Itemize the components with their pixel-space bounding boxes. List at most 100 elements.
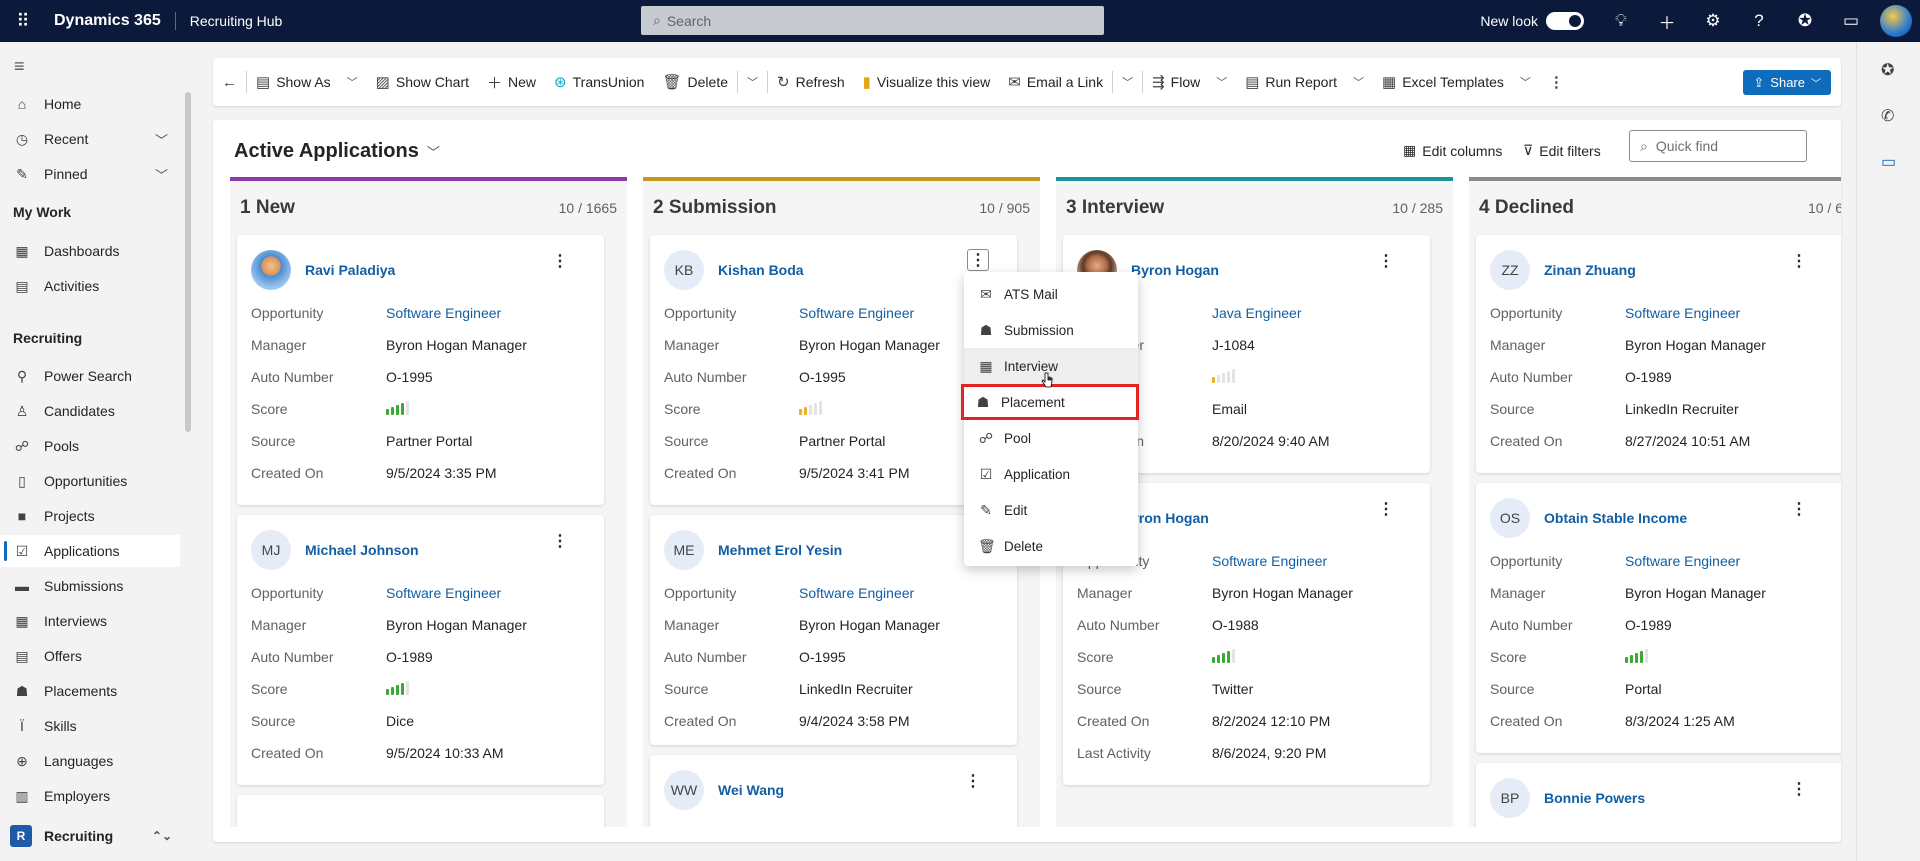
nav-placements[interactable]: ☗ Placements: [0, 675, 180, 707]
opportunity-link[interactable]: Software Engineer: [1625, 553, 1740, 569]
transunion-button[interactable]: ⊛ TransUnion: [545, 58, 653, 106]
nav-scrollbar[interactable]: [185, 92, 191, 432]
nav-recent[interactable]: ◷ Recent ﹀: [0, 123, 180, 155]
opportunity-link[interactable]: Software Engineer: [1212, 553, 1327, 569]
delete-button[interactable]: 🗑︎ Delete: [653, 58, 737, 106]
more-options-icon[interactable]: ⋮: [1791, 251, 1807, 271]
share-button[interactable]: ⇪ Share ﹀: [1743, 70, 1831, 95]
user-avatar[interactable]: [1880, 5, 1912, 37]
nav-dashboards[interactable]: ▦ Dashboards: [0, 235, 180, 267]
copilot-icon[interactable]: ✪: [1881, 60, 1894, 80]
area-switcher[interactable]: R Recruiting ⌃⌄: [6, 820, 186, 852]
more-options-icon[interactable]: ⋮: [965, 771, 981, 791]
application-card[interactable]: OS Obtain Stable Income ⋮ Opportunity Soft…: [1476, 483, 1841, 753]
flow-button[interactable]: ⇶ Flow ﹀: [1143, 58, 1236, 106]
hamburger-menu-icon[interactable]: ≡: [14, 56, 25, 77]
nav-offers[interactable]: ▤ Offers: [0, 640, 180, 672]
copilot-icon[interactable]: ✪: [1782, 0, 1828, 42]
excel-templates-button[interactable]: ▦ Excel Templates ﹀: [1373, 58, 1540, 106]
nav-activities[interactable]: ▤ Activities: [0, 270, 180, 302]
app-launcher-icon[interactable]: ⠿: [0, 0, 46, 42]
menu-item-delete[interactable]: 🗑︎ Delete: [964, 528, 1138, 564]
help-icon[interactable]: ?: [1736, 0, 1782, 42]
nav-opportunities[interactable]: ▯ Opportunities: [0, 465, 180, 497]
quick-find-input[interactable]: ⌕ Quick find: [1629, 130, 1807, 162]
settings-gear-icon[interactable]: ⚙: [1690, 0, 1736, 42]
application-card[interactable]: [237, 795, 604, 827]
more-options-icon[interactable]: ⋮: [1791, 499, 1807, 519]
nav-languages[interactable]: ⊕ Languages: [0, 745, 180, 777]
more-options-icon[interactable]: ⋮: [1791, 779, 1807, 799]
more-options-icon[interactable]: ⋮: [552, 251, 568, 271]
candidate-name-link[interactable]: Wei Wang: [718, 782, 784, 798]
application-card[interactable]: Ravi Paladiya ⋮ Opportunity Software Engi…: [237, 235, 604, 505]
nav-submissions[interactable]: ▬ Submissions: [0, 570, 180, 602]
nav-applications[interactable]: ☑ Applications: [0, 535, 180, 567]
chevron-down-icon[interactable]: ﹀: [155, 165, 168, 184]
opportunity-link[interactable]: Java Engineer: [1212, 305, 1302, 321]
global-search-input[interactable]: ⌕ Search: [641, 6, 1104, 35]
phone-icon[interactable]: ✆: [1881, 106, 1894, 126]
more-commands-button[interactable]: ⋮: [1540, 58, 1573, 106]
more-email-options-button[interactable]: ﹀: [1113, 58, 1142, 106]
candidate-name-link[interactable]: Zinan Zhuang: [1544, 262, 1636, 278]
candidate-name-link[interactable]: Byron Hogan: [1131, 262, 1219, 278]
new-look-toggle[interactable]: [1546, 12, 1584, 30]
menu-item-application[interactable]: ☑ Application: [964, 456, 1138, 492]
nav-home[interactable]: ⌂ Home: [0, 88, 180, 120]
nav-interviews[interactable]: ▦ Interviews: [0, 605, 180, 637]
hub-name[interactable]: Recruiting Hub: [174, 12, 282, 30]
edit-columns-button[interactable]: ▦ Edit columns: [1403, 142, 1502, 159]
nav-pools[interactable]: ☍ Pools: [0, 430, 180, 462]
application-card[interactable]: ME Mehmet Erol Yesin Opportunity Software …: [650, 515, 1017, 745]
show-chart-button[interactable]: ▨ Show Chart: [367, 58, 478, 106]
back-button[interactable]: ←: [213, 58, 246, 106]
feedback-icon[interactable]: ▭: [1828, 0, 1874, 42]
refresh-button[interactable]: ↻ Refresh: [768, 58, 854, 106]
chat-icon[interactable]: ▭: [1881, 152, 1896, 172]
candidate-name-link[interactable]: Michael Johnson: [305, 542, 419, 558]
application-card[interactable]: BP Bonnie Powers ⋮: [1476, 763, 1841, 827]
nav-employers[interactable]: ▥ Employers: [0, 780, 180, 812]
candidate-name-link[interactable]: Ravi Paladiya: [305, 262, 395, 278]
more-options-icon[interactable]: ⋮: [1378, 499, 1394, 519]
opportunity-link[interactable]: Software Engineer: [386, 585, 501, 601]
nav-skills[interactable]: Ï Skills: [0, 710, 180, 742]
candidate-name-link[interactable]: Kishan Boda: [718, 262, 804, 278]
view-selector[interactable]: Active Applications ﹀: [234, 140, 440, 163]
app-name[interactable]: Dynamics 365: [46, 12, 175, 30]
opportunity-link[interactable]: Software Engineer: [799, 305, 914, 321]
chevron-down-icon[interactable]: ﹀: [155, 130, 168, 149]
opportunity-link[interactable]: Software Engineer: [1625, 305, 1740, 321]
candidate-name-link[interactable]: Obtain Stable Income: [1544, 510, 1687, 526]
lightbulb-icon[interactable]: 💡︎: [1598, 0, 1644, 42]
plus-icon[interactable]: ＋: [1644, 0, 1690, 42]
email-link-button[interactable]: ✉ Email a Link: [999, 58, 1112, 106]
menu-item-submission[interactable]: ☗ Submission: [964, 312, 1138, 348]
nav-projects[interactable]: ■ Projects: [0, 500, 180, 532]
application-card[interactable]: KB Kishan Boda ⋮ Opportunity Software Engi…: [650, 235, 1017, 505]
more-delete-options-button[interactable]: ﹀: [738, 58, 767, 106]
more-options-icon[interactable]: ⋮: [967, 249, 989, 271]
opportunity-link[interactable]: Software Engineer: [799, 585, 914, 601]
menu-item-pool[interactable]: ☍ Pool: [964, 420, 1138, 456]
application-card[interactable]: ZZ Zinan Zhuang ⋮ Opportunity Software Eng…: [1476, 235, 1841, 473]
show-as-button[interactable]: ▤ Show As ﹀: [247, 58, 367, 106]
application-card[interactable]: MJ Michael Johnson ⋮ Opportunity Software …: [237, 515, 604, 785]
nav-pinned[interactable]: ✎ Pinned ﹀: [0, 158, 180, 190]
candidate-name-link[interactable]: Mehmet Erol Yesin: [718, 542, 842, 558]
nav-power-search[interactable]: ⚲ Power Search: [0, 360, 180, 392]
candidate-name-link[interactable]: Bonnie Powers: [1544, 790, 1645, 806]
visualize-view-button[interactable]: ▮ Visualize this view: [854, 58, 1000, 106]
application-card[interactable]: WW Wei Wang ⋮: [650, 755, 1017, 827]
nav-candidates[interactable]: ♙ Candidates: [0, 395, 180, 427]
opportunity-link[interactable]: Software Engineer: [386, 305, 501, 321]
run-report-button[interactable]: ▤ Run Report ﹀: [1236, 58, 1373, 106]
menu-item-ats-mail[interactable]: ✉ ATS Mail: [964, 276, 1138, 312]
menu-item-edit[interactable]: ✎ Edit: [964, 492, 1138, 528]
new-button[interactable]: ＋ New: [478, 58, 545, 106]
more-options-icon[interactable]: ⋮: [1378, 251, 1394, 271]
edit-filters-button[interactable]: ⊽ Edit filters: [1523, 142, 1601, 159]
more-options-icon[interactable]: ⋮: [552, 531, 568, 551]
candidate-name-link[interactable]: yron Hogan: [1131, 510, 1209, 526]
